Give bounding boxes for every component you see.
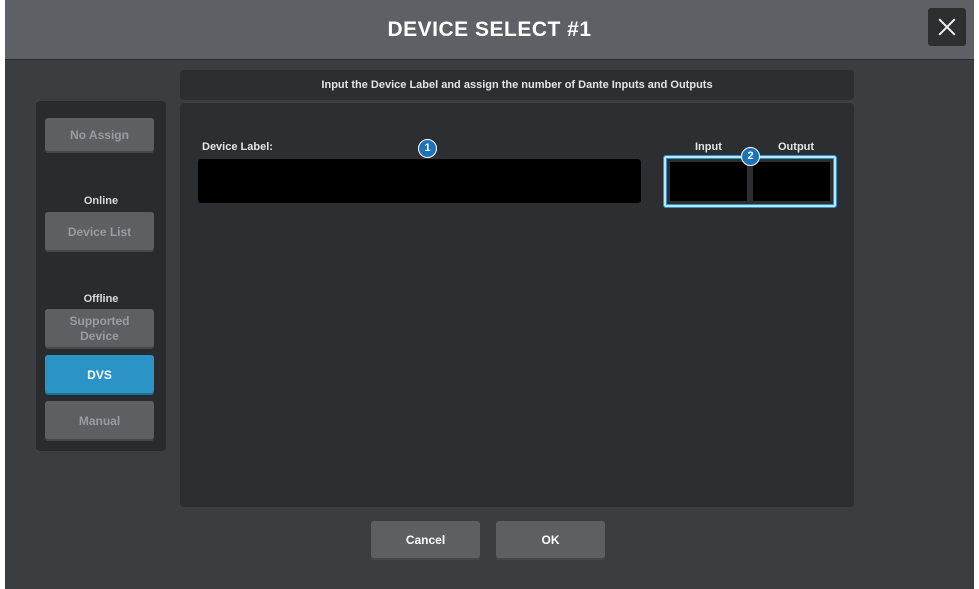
- device-list-button[interactable]: Device List: [45, 212, 154, 252]
- output-caption: Output: [778, 141, 815, 153]
- dvs-button[interactable]: DVS: [45, 355, 154, 395]
- online-section-label: Online: [83, 195, 119, 207]
- close-icon[interactable]: [928, 8, 966, 46]
- device-select-dialog: DEVICE SELECT #1 No Assign Online Device…: [5, 0, 974, 589]
- callout-1-badge: 1: [418, 139, 437, 158]
- output-count-field[interactable]: [753, 162, 830, 201]
- manual-button[interactable]: Manual: [45, 401, 154, 441]
- no-assign-button[interactable]: No Assign: [45, 118, 154, 153]
- main-panel: Device Label: 1 Input 2 Output: [180, 103, 854, 507]
- dialog-title: DEVICE SELECT #1: [387, 18, 592, 41]
- callout-2-badge: 2: [741, 147, 760, 166]
- source-selector-panel: No Assign Online Device List Offline Sup…: [36, 101, 166, 451]
- title-bar: DEVICE SELECT #1: [5, 0, 974, 60]
- input-count-field[interactable]: [670, 162, 747, 201]
- input-caption: Input: [695, 141, 722, 153]
- cancel-button[interactable]: Cancel: [371, 521, 480, 560]
- ok-button[interactable]: OK: [496, 521, 605, 560]
- device-label-caption: Device Label:: [202, 141, 273, 153]
- offline-section-label: Offline: [83, 293, 119, 305]
- instruction-text: Input the Device Label and assign the nu…: [180, 70, 854, 100]
- supported-device-button[interactable]: Supported Device: [45, 309, 154, 349]
- device-label-input[interactable]: [198, 159, 641, 203]
